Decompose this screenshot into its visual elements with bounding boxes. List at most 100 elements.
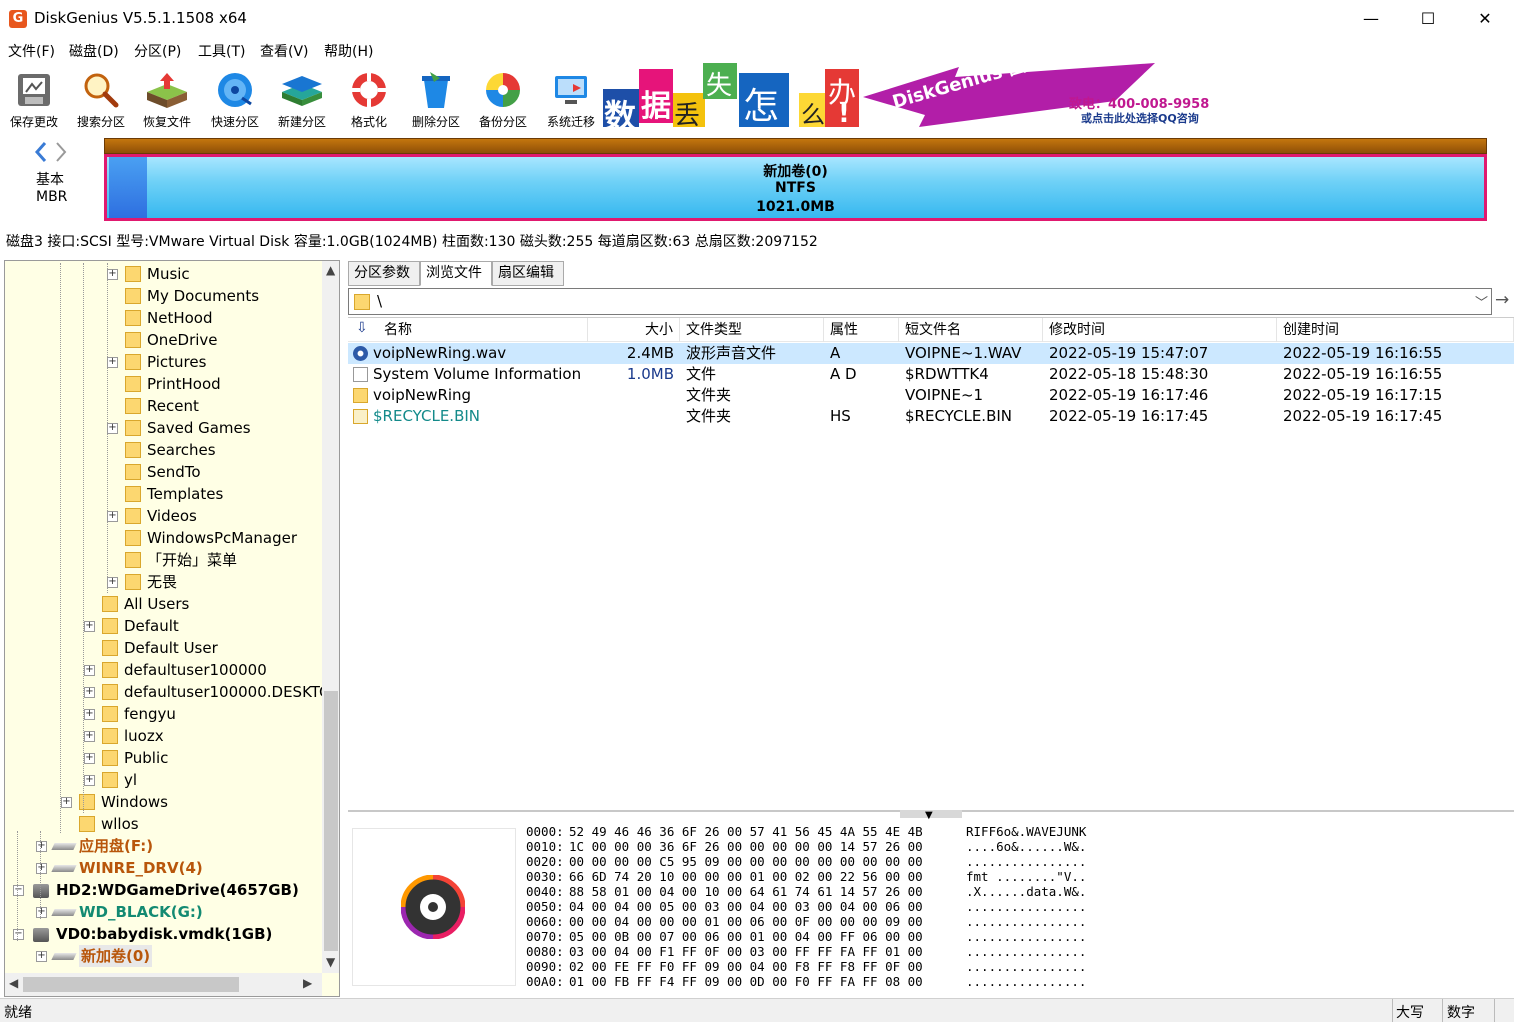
tab-sector-editor[interactable]: 扇区编辑: [492, 261, 564, 286]
expand-toggle-icon[interactable]: +: [84, 775, 95, 786]
tree-folder-item[interactable]: All Users: [5, 593, 322, 615]
tree-folder-item[interactable]: + Default: [5, 615, 322, 637]
expand-toggle-icon[interactable]: +: [107, 423, 118, 434]
menu-help[interactable]: 帮助(H): [324, 41, 373, 61]
promo-banner[interactable]: 数 据 丢 失 怎 么 办 ! DiskGenius 团队为您服务 致电：400…: [603, 63, 1215, 128]
tree-folder-item[interactable]: + Windows: [5, 791, 322, 813]
tree-folder-item[interactable]: wllos: [5, 813, 322, 835]
expand-toggle-icon[interactable]: +: [107, 577, 118, 588]
banner-qq-link[interactable]: 或点击此处选择QQ咨询: [1081, 110, 1199, 126]
expand-toggle-icon[interactable]: +: [36, 863, 47, 874]
expand-toggle-icon[interactable]: +: [84, 621, 95, 632]
tree-folder-item[interactable]: + defaultuser100000.DESKTC: [5, 681, 330, 703]
expand-toggle-icon[interactable]: +: [84, 665, 95, 676]
menu-tools[interactable]: 工具(T): [198, 41, 245, 61]
tree-folder-item[interactable]: + Saved Games: [5, 417, 322, 439]
tree-partition-item[interactable]: + 新加卷(0): [5, 945, 322, 967]
sort-down-icon[interactable]: ⇩: [356, 320, 368, 336]
maximize-button[interactable]: ☐: [1399, 0, 1457, 38]
prev-disk-icon[interactable]: [34, 142, 47, 162]
close-button[interactable]: ✕: [1456, 0, 1514, 38]
tree-folder-item[interactable]: PrintHood: [5, 373, 322, 395]
system-migration-button[interactable]: 系统迁移: [538, 66, 604, 129]
expand-toggle-icon[interactable]: +: [107, 269, 118, 280]
tree-folder-item[interactable]: + defaultuser100000: [5, 659, 322, 681]
scroll-down-icon[interactable]: ▼: [326, 955, 335, 969]
collapse-toggle-icon[interactable]: −: [13, 885, 24, 896]
expand-toggle-icon[interactable]: +: [61, 797, 72, 808]
column-header-attr[interactable]: 属性: [824, 318, 899, 342]
file-row[interactable]: voipNewRing 文件夹 VOIPNE~1 2022-05-19 16:17:4…: [348, 385, 1514, 406]
save-changes-button[interactable]: 保存更改: [1, 66, 67, 129]
expand-toggle-icon[interactable]: +: [36, 841, 47, 852]
expand-toggle-icon[interactable]: +: [107, 357, 118, 368]
expand-toggle-icon[interactable]: +: [84, 709, 95, 720]
tree-partition-item[interactable]: + 应用盘(F:): [5, 835, 322, 857]
backup-partition-button[interactable]: 备份分区: [470, 66, 536, 129]
delete-partition-button[interactable]: 删除分区: [403, 66, 469, 129]
go-arrow-icon[interactable]: →: [1495, 290, 1509, 310]
file-row[interactable]: $RECYCLE.BIN 文件夹 HS $RECYCLE.BIN 2022-05-19 …: [348, 406, 1514, 427]
tree-folder-item[interactable]: My Documents: [5, 285, 322, 307]
tree-folder-item[interactable]: Default User: [5, 637, 322, 659]
menu-partition[interactable]: 分区(P): [134, 41, 181, 61]
tree-folder-item[interactable]: WindowsPcManager: [5, 527, 322, 549]
column-header-size[interactable]: 大小: [588, 318, 680, 342]
column-header-created[interactable]: 创建时间: [1277, 318, 1514, 342]
file-row[interactable]: System Volume Information 1.0MB 文件 A D $RDWT…: [348, 364, 1514, 385]
next-disk-icon[interactable]: [56, 142, 67, 162]
scroll-left-icon[interactable]: ◀: [9, 976, 18, 990]
search-partition-button[interactable]: 搜索分区: [68, 66, 134, 129]
new-partition-button[interactable]: 新建分区: [269, 66, 335, 129]
column-header-shortname[interactable]: 短文件名: [899, 318, 1043, 342]
file-row[interactable]: voipNewRing.wav 2.4MB 波形声音文件 A VOIPNE~1.WAV 2…: [348, 343, 1514, 364]
format-button[interactable]: 格式化: [336, 66, 402, 129]
tree-folder-item[interactable]: NetHood: [5, 307, 322, 329]
path-input[interactable]: \: [377, 292, 382, 310]
tree-folder-item[interactable]: SendTo: [5, 461, 322, 483]
column-header-type[interactable]: 文件类型: [680, 318, 824, 342]
menu-view[interactable]: 查看(V): [260, 41, 309, 61]
scroll-right-icon[interactable]: ▶: [303, 976, 312, 990]
expand-toggle-icon[interactable]: +: [84, 753, 95, 764]
tree-folder-item[interactable]: Templates: [5, 483, 322, 505]
tree-folder-item[interactable]: 「开始」菜单: [5, 549, 322, 571]
tree-folder-item[interactable]: + Pictures: [5, 351, 322, 373]
collapse-toggle-icon[interactable]: −: [13, 929, 24, 940]
menu-disk[interactable]: 磁盘(D): [69, 41, 119, 61]
menu-file[interactable]: 文件(F): [8, 41, 55, 61]
tab-browse-files[interactable]: 浏览文件: [420, 261, 492, 286]
tree-hscroll-thumb[interactable]: [23, 977, 239, 992]
tree-disk-item[interactable]: − HD2:WDGameDrive(4657GB): [5, 879, 322, 901]
tree-disk-item[interactable]: − VD0:babydisk.vmdk(1GB): [5, 923, 322, 945]
path-dropdown-icon[interactable]: ﹀: [1475, 292, 1488, 311]
partition-block[interactable]: 新加卷(0) NTFS 1021.0MB: [104, 154, 1487, 221]
tree-folder-item[interactable]: OneDrive: [5, 329, 322, 351]
expand-toggle-icon[interactable]: +: [36, 907, 47, 918]
quick-partition-button[interactable]: 快速分区: [202, 66, 268, 129]
tree-folder-item[interactable]: + yl: [5, 769, 322, 791]
recover-files-button[interactable]: 恢复文件: [134, 66, 200, 129]
scroll-up-icon[interactable]: ▲: [326, 263, 335, 277]
tree-folder-item[interactable]: + Public: [5, 747, 322, 769]
column-header-modified[interactable]: 修改时间: [1043, 318, 1277, 342]
tree-vertical-scrollbar[interactable]: ▲ ▼: [322, 261, 339, 973]
tree-folder-item[interactable]: + fengyu: [5, 703, 322, 725]
tree-folder-item[interactable]: + 无畏: [5, 571, 322, 593]
tree-partition-item[interactable]: + WINRE_DRV(4): [5, 857, 322, 879]
tree-folder-item[interactable]: + luozx: [5, 725, 322, 747]
expand-toggle-icon[interactable]: +: [84, 731, 95, 742]
tree-folder-item[interactable]: + Music: [5, 263, 322, 285]
tree-folder-item[interactable]: Searches: [5, 439, 322, 461]
expand-toggle-icon[interactable]: +: [36, 951, 47, 962]
expand-toggle-icon[interactable]: +: [84, 687, 95, 698]
column-header-name[interactable]: 名称: [378, 318, 588, 342]
tree-partition-item[interactable]: + WD_BLACK(G:): [5, 901, 322, 923]
expand-toggle-icon[interactable]: +: [107, 511, 118, 522]
tree-horizontal-scrollbar[interactable]: ◀ ▶: [5, 973, 322, 996]
minimize-button[interactable]: —: [1342, 0, 1400, 38]
tree-vscroll-thumb[interactable]: [324, 691, 338, 951]
tab-partition-params[interactable]: 分区参数: [348, 261, 420, 286]
collapse-icon[interactable]: ▼: [925, 810, 933, 821]
tree-folder-item[interactable]: + Videos: [5, 505, 322, 527]
